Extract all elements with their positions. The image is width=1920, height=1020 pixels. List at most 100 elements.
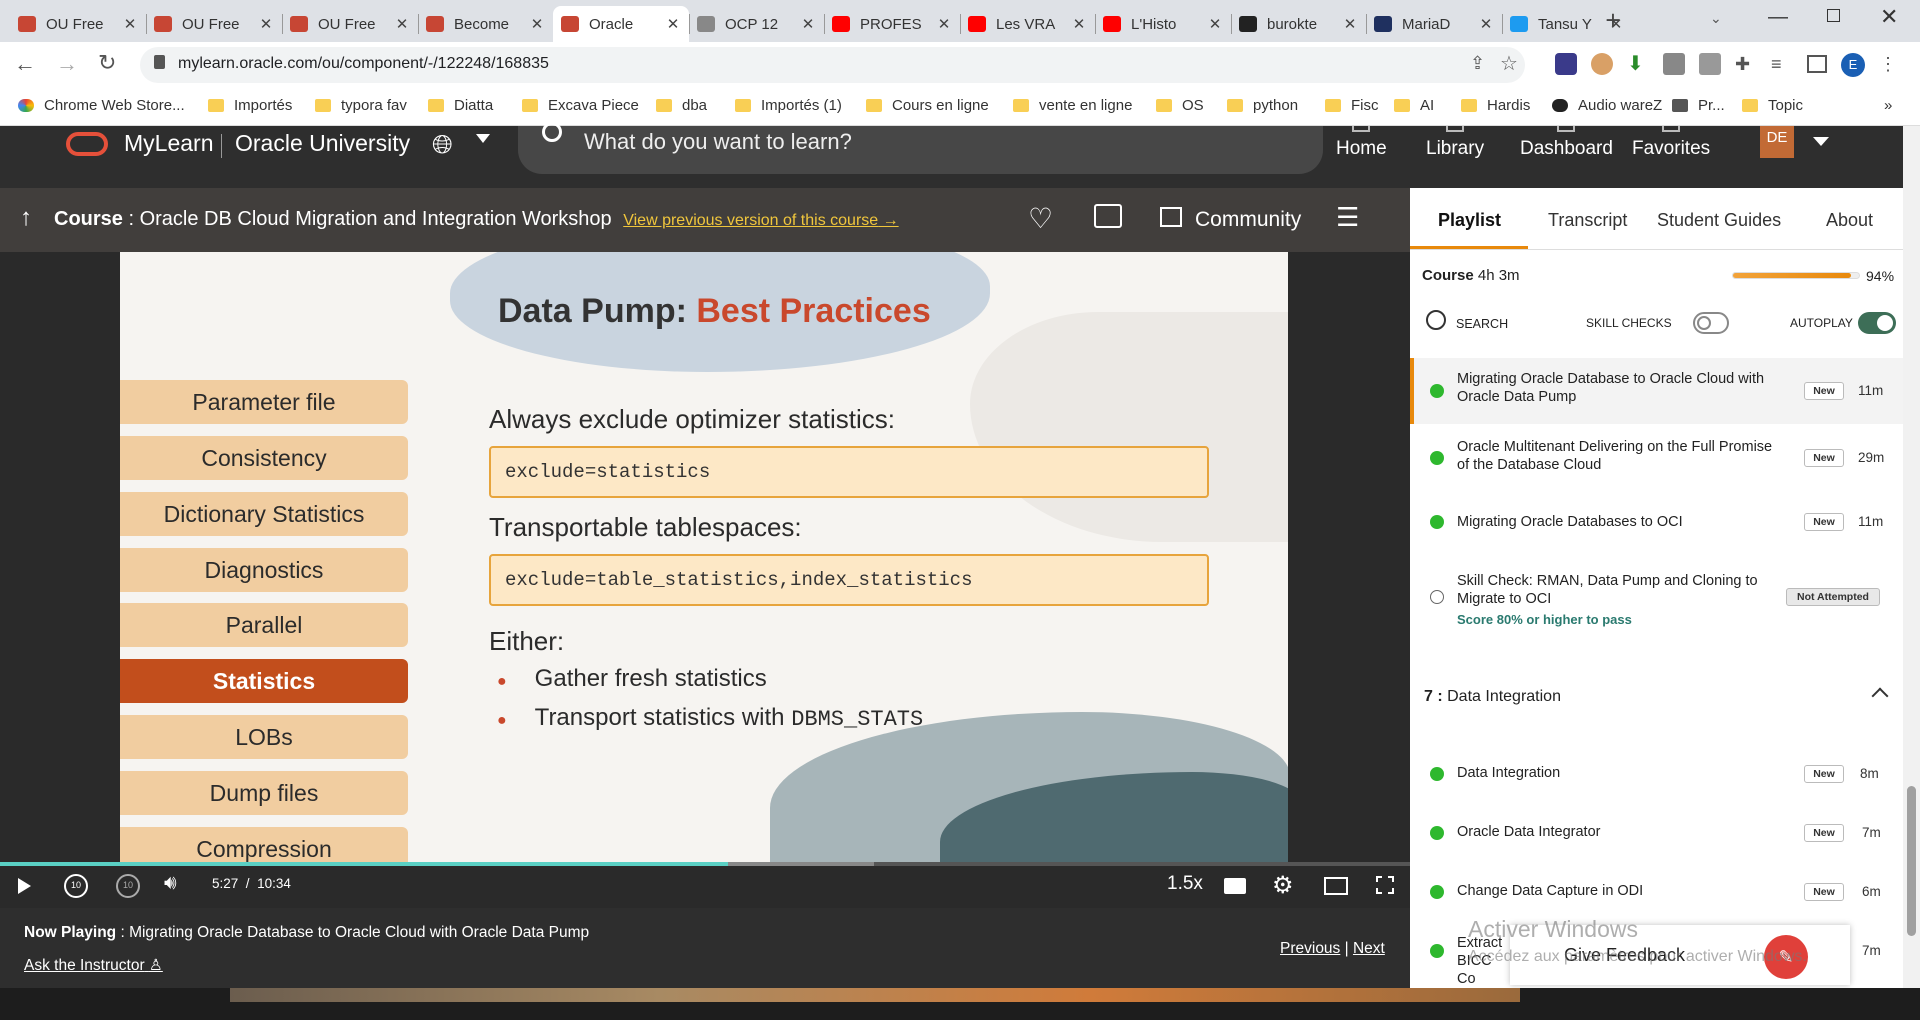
playlist-item[interactable]: Data Integration New 8m xyxy=(1410,746,1903,802)
bookmark-item[interactable]: Cours en ligne xyxy=(866,97,989,114)
user-avatar[interactable]: DE xyxy=(1760,126,1794,158)
minimize-button[interactable]: — xyxy=(1768,6,1788,29)
close-tab-icon[interactable]: ✕ xyxy=(665,15,681,33)
video-player[interactable]: Data Pump: Best Practices Parameter file… xyxy=(0,252,1410,908)
user-menu-chevron-icon[interactable] xyxy=(1813,137,1829,146)
browser-tab[interactable]: Les VRA ✕ xyxy=(960,6,1095,42)
bookmark-item[interactable]: vente en ligne xyxy=(1013,97,1132,114)
close-tab-icon[interactable]: ✕ xyxy=(394,15,410,33)
previous-link[interactable]: Previous xyxy=(1280,940,1340,957)
play-icon[interactable] xyxy=(18,878,31,894)
bookmark-item[interactable]: typora fav xyxy=(315,97,407,114)
bookmark-item[interactable]: Audio wareZ xyxy=(1552,97,1662,114)
extension-icon[interactable] xyxy=(1555,53,1577,75)
tab-about[interactable]: About xyxy=(1826,210,1873,231)
url-text[interactable]: mylearn.oracle.com/ou/component/-/122248… xyxy=(178,55,549,73)
scrollbar-thumb[interactable] xyxy=(1907,786,1916,936)
seek-bar[interactable] xyxy=(0,862,1410,866)
bookmark-star-icon[interactable]: ☆ xyxy=(1500,51,1518,76)
nav-library[interactable]: Library xyxy=(1426,126,1484,160)
search-input[interactable]: What do you want to learn? xyxy=(584,129,852,155)
playlist-item[interactable]: Oracle Data Integrator New 7m xyxy=(1410,805,1903,861)
nav-favorites[interactable]: Favorites xyxy=(1632,126,1710,160)
bookmark-item[interactable]: dba xyxy=(656,97,707,114)
oracle-logo[interactable] xyxy=(66,132,108,156)
browser-tab[interactable]: PROFES ✕ xyxy=(824,6,960,42)
bookmark-item[interactable]: AI xyxy=(1394,97,1434,114)
playlist-search-button[interactable]: SEARCH xyxy=(1456,317,1508,331)
close-tab-icon[interactable]: ✕ xyxy=(122,15,138,33)
browser-tab[interactable]: OU Free ✕ xyxy=(10,6,146,42)
fullscreen-icon[interactable] xyxy=(1376,876,1394,894)
sidepanel-icon[interactable] xyxy=(1807,55,1827,73)
playlist-item[interactable]: Migrating Oracle Databases to OCI New 11m xyxy=(1410,500,1903,544)
profile-avatar[interactable]: E xyxy=(1841,53,1865,77)
bookmark-item[interactable]: OS xyxy=(1156,97,1204,114)
search-bar[interactable]: What do you want to learn? xyxy=(518,122,1323,174)
share-icon[interactable]: ⇪ xyxy=(1470,53,1485,74)
bookmark-item[interactable]: Excava Piece xyxy=(522,97,639,114)
tab-transcript[interactable]: Transcript xyxy=(1548,210,1627,231)
restore-button[interactable] xyxy=(1827,9,1840,22)
page-scrollbar[interactable] xyxy=(1903,126,1920,988)
tab-playlist[interactable]: Playlist xyxy=(1438,210,1501,231)
rewind-10-icon[interactable]: 10 xyxy=(64,874,88,898)
up-arrow-icon[interactable]: ↑ xyxy=(20,204,32,232)
browser-tab[interactable]: burokte ✕ xyxy=(1231,6,1366,42)
tab-student-guides[interactable]: Student Guides xyxy=(1657,210,1781,231)
extension-icon[interactable] xyxy=(1663,53,1685,75)
picture-in-picture-icon[interactable] xyxy=(1324,877,1348,895)
search-icon[interactable] xyxy=(1426,310,1446,330)
volume-icon[interactable]: 🔊︎ xyxy=(164,872,177,895)
bookmark-item[interactable]: Fisc xyxy=(1325,97,1379,114)
browser-tab[interactable]: OCP 12 ✕ xyxy=(689,6,824,42)
back-arrow-icon[interactable]: ← xyxy=(14,51,36,77)
bookmark-item[interactable]: Diatta xyxy=(428,97,493,114)
reload-icon[interactable]: ↻ xyxy=(98,50,116,76)
playlist-item[interactable]: Change Data Capture in ODI New 6m xyxy=(1410,864,1903,920)
tab-search-icon[interactable]: ⌄ xyxy=(1710,10,1722,27)
bookmark-item[interactable]: python xyxy=(1227,97,1298,114)
browser-tab[interactable]: OU Free ✕ xyxy=(282,6,418,42)
playlist-item[interactable]: Migrating Oracle Database to Oracle Clou… xyxy=(1410,358,1903,424)
bookmark-item[interactable]: Hardis xyxy=(1461,97,1530,114)
collapse-chevron-icon[interactable] xyxy=(1871,687,1889,705)
cookie-icon[interactable] xyxy=(1591,53,1613,75)
close-tab-icon[interactable]: ✕ xyxy=(1342,15,1358,33)
playlist-item[interactable]: Skill Check: RMAN, Data Pump and Cloning… xyxy=(1410,560,1903,650)
media-icon[interactable]: ≡ xyxy=(1771,53,1793,75)
settings-gear-icon[interactable]: ⚙ xyxy=(1272,871,1294,900)
playlist-menu-icon[interactable]: ☰ xyxy=(1336,202,1359,233)
skill-checks-toggle[interactable] xyxy=(1693,312,1729,334)
close-tab-icon[interactable]: ✕ xyxy=(258,15,274,33)
puzzle-icon[interactable]: ✚ xyxy=(1735,53,1757,75)
nav-home[interactable]: Home xyxy=(1336,126,1387,160)
bookmark-item[interactable]: Importés xyxy=(208,97,292,114)
community-icon[interactable] xyxy=(1160,207,1182,227)
browser-tab[interactable]: OU Free ✕ xyxy=(146,6,282,42)
captions-icon[interactable] xyxy=(1224,878,1246,894)
forward-arrow-icon[interactable]: → xyxy=(56,51,78,77)
more-bookmarks[interactable]: » xyxy=(1884,97,1892,114)
bookmark-item[interactable]: Importés (1) xyxy=(735,97,842,114)
new-tab-button[interactable]: + xyxy=(1598,7,1628,34)
close-tab-icon[interactable]: ✕ xyxy=(529,15,545,33)
menu-kebab-icon[interactable]: ⋮ xyxy=(1879,53,1897,77)
bookmark-item[interactable]: Chrome Web Store... xyxy=(18,97,185,114)
playback-speed-button[interactable]: 1.5x xyxy=(1167,873,1203,895)
bookmark-item[interactable]: Topic xyxy=(1742,97,1803,114)
org-name[interactable]: Oracle University xyxy=(235,130,410,157)
ask-instructor-link[interactable]: Ask the Instructor ♙ xyxy=(24,956,163,975)
close-tab-icon[interactable]: ✕ xyxy=(800,15,816,33)
browser-tab[interactable]: L'Histo ✕ xyxy=(1095,6,1231,42)
chevron-down-icon[interactable] xyxy=(476,134,490,143)
close-window-button[interactable]: ✕ xyxy=(1880,4,1898,30)
omnibox[interactable]: mylearn.oracle.com/ou/component/-/122248… xyxy=(140,47,1525,83)
close-tab-icon[interactable]: ✕ xyxy=(1071,15,1087,33)
brand-name[interactable]: MyLearn xyxy=(124,130,213,157)
share-icon[interactable] xyxy=(1094,204,1122,228)
autoplay-toggle[interactable] xyxy=(1858,312,1896,334)
browser-tab[interactable]: MariaD ✕ xyxy=(1366,6,1502,42)
forward-10-icon[interactable]: 10 xyxy=(116,874,140,898)
download-icon[interactable]: ⬇ xyxy=(1627,53,1649,75)
